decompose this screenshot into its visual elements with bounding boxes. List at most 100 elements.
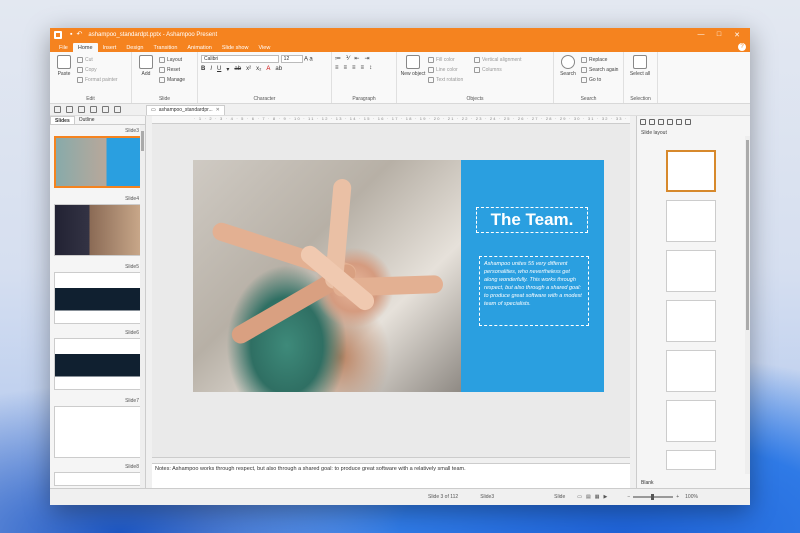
decrease-indent-icon[interactable]: ⇤ [354,55,359,62]
layout-tool-icon[interactable] [640,119,646,125]
search-button[interactable]: Search [557,55,579,77]
slide-thumbnail[interactable] [54,472,142,486]
slideshow-view-icon[interactable]: ▶ [603,494,607,500]
zoom-out-icon[interactable]: − [627,494,630,500]
slide-label: Slide6 [125,330,139,336]
sorter-view-icon[interactable]: ▦ [595,494,600,500]
close-icon[interactable]: ✕ [728,31,746,39]
text-rotation-button[interactable]: Text rotation [428,75,468,85]
slide-thumbnail[interactable] [54,136,142,188]
new-doc-icon[interactable] [54,106,61,113]
minimize-icon[interactable]: — [692,31,710,39]
search-again-button[interactable]: Search again [581,65,618,75]
document-tab[interactable]: ▭ ashampoo_standardpr... ✕ [146,104,225,115]
heading-textbox[interactable]: The Team. [476,207,588,233]
open-icon[interactable] [66,106,73,113]
align-right-icon[interactable]: ≡ [352,65,356,71]
fill-color-button[interactable]: Fill color [428,55,468,65]
add-slide-button[interactable]: Add [135,55,157,77]
highlight-icon[interactable]: ab [275,66,282,73]
manage-button[interactable]: Manage [159,75,185,85]
shrink-font-icon[interactable]: a [309,57,312,63]
tab-insert[interactable]: Insert [98,43,122,52]
redo-icon[interactable] [114,106,121,113]
print-icon[interactable] [90,106,97,113]
vertical-alignment-button[interactable]: Vertical alignment [474,55,521,65]
layout-tool-icon[interactable] [685,119,691,125]
notes-pane[interactable]: Notes: Ashampoo works through respect, b… [152,463,630,488]
font-family-select[interactable]: Calibri [201,55,279,63]
layout-option[interactable] [666,450,716,470]
normal-view-icon[interactable]: ▭ [577,494,582,500]
layout-option[interactable] [666,400,716,442]
group-label-slide: Slide [158,96,171,102]
undo-doc-icon[interactable] [102,106,109,113]
slide-thumbnail[interactable] [54,204,142,256]
layout-option[interactable] [666,250,716,292]
increase-indent-icon[interactable]: ⇥ [364,55,369,62]
tab-slides[interactable]: Slides [50,116,75,124]
subscript-icon[interactable]: x₂ [256,66,261,73]
line-color-button[interactable]: Line color [428,65,468,75]
numbering-icon[interactable]: ⅟ [346,55,349,62]
layout-option[interactable] [666,350,716,392]
layout-tool-icon[interactable] [667,119,673,125]
new-object-button[interactable]: New object [400,55,426,77]
tab-transition[interactable]: Transition [148,43,182,52]
tab-home[interactable]: Home [72,43,98,52]
align-left-icon[interactable]: ≡ [335,65,339,71]
slide-canvas[interactable]: The Team. Ashampoo unites 55 very differ… [193,160,604,392]
underline-dropdown-icon[interactable]: ▾ [226,66,229,73]
zoom-in-icon[interactable]: + [676,494,679,500]
justify-icon[interactable]: ≡ [361,65,365,71]
tab-file[interactable]: File [54,43,73,52]
font-size-select[interactable]: 12 [280,55,303,63]
slide-thumbnail[interactable] [54,272,142,324]
save-icon[interactable]: ▪ [70,30,72,40]
tab-outline[interactable]: Outline [75,116,99,124]
close-tab-icon[interactable]: ✕ [216,106,220,115]
layout-option-blank[interactable] [666,150,716,192]
replace-button[interactable]: Replace [581,55,618,65]
layout-tool-icon[interactable] [658,119,664,125]
font-color-icon[interactable]: A [266,66,270,73]
superscript-icon[interactable]: x² [246,66,251,73]
align-center-icon[interactable]: ≡ [344,65,348,71]
line-spacing-icon[interactable]: ↕ [369,65,372,71]
help-icon[interactable]: ? [738,43,746,51]
select-all-button[interactable]: Select all [627,55,653,77]
layout-option[interactable] [666,200,716,242]
reset-button[interactable]: Reset [159,65,185,75]
paste-button[interactable]: Paste [53,55,75,77]
slide-thumbnail[interactable] [54,406,142,458]
tab-design[interactable]: Design [121,43,148,52]
slide-thumbnail[interactable] [54,338,142,390]
bold-icon[interactable]: B [201,66,205,73]
columns-button[interactable]: Columns [474,65,521,75]
cut-button[interactable]: Cut [77,55,118,65]
body-textbox[interactable]: Ashampoo unites 55 very different person… [479,256,589,326]
undo-icon[interactable]: ↶ [76,30,82,40]
zoom-slider[interactable] [633,494,674,500]
maximize-icon[interactable]: □ [710,31,728,39]
group-label-paragraph: Paragraph [352,96,376,102]
underline-icon[interactable]: U [217,66,221,73]
format-painter-button[interactable]: Format painter [77,75,118,85]
grow-font-icon[interactable]: A [304,57,308,63]
tab-view[interactable]: View [253,43,275,52]
layout-scrollbar[interactable] [745,136,750,474]
layout-tool-icon[interactable] [649,119,655,125]
copy-button[interactable]: Copy [77,65,118,75]
bullets-icon[interactable]: ≔ [335,55,341,62]
save-doc-icon[interactable] [78,106,85,113]
strikethrough-icon[interactable]: ab [234,66,241,73]
layout-option[interactable] [666,300,716,342]
tab-animation[interactable]: Animation [182,43,216,52]
layout-button[interactable]: Layout [159,55,185,65]
goto-button[interactable]: Go to [581,75,618,85]
slides-scrollbar[interactable] [140,125,145,488]
outline-view-icon[interactable]: ▤ [586,494,591,500]
italic-icon[interactable]: I [210,66,212,73]
tab-slide-show[interactable]: Slide show [217,43,254,52]
layout-tool-icon[interactable] [676,119,682,125]
